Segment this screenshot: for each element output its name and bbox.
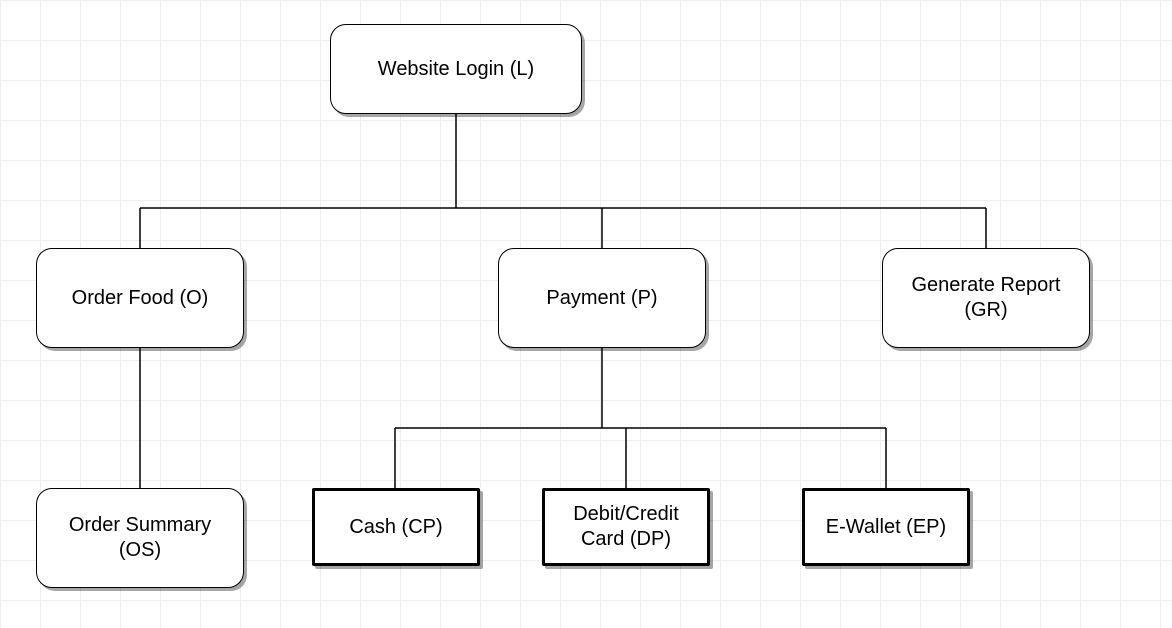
- node-label: Generate Report (GR): [893, 273, 1079, 323]
- node-payment: Payment (P): [498, 248, 706, 348]
- node-cash: Cash (CP): [312, 488, 480, 566]
- node-ewallet: E-Wallet (EP): [802, 488, 970, 566]
- node-label: Website Login (L): [378, 57, 534, 82]
- node-label: E-Wallet (EP): [826, 515, 946, 540]
- node-order-food: Order Food (O): [36, 248, 244, 348]
- node-label: Payment (P): [546, 286, 657, 311]
- node-card: Debit/Credit Card (DP): [542, 488, 710, 566]
- node-order-summary: Order Summary (OS): [36, 488, 244, 588]
- node-label: Debit/Credit Card (DP): [555, 502, 697, 552]
- node-website-login: Website Login (L): [330, 24, 582, 114]
- node-label: Order Food (O): [72, 286, 209, 311]
- node-label: Order Summary (OS): [47, 513, 233, 563]
- node-label: Cash (CP): [349, 515, 442, 540]
- node-generate-report: Generate Report (GR): [882, 248, 1090, 348]
